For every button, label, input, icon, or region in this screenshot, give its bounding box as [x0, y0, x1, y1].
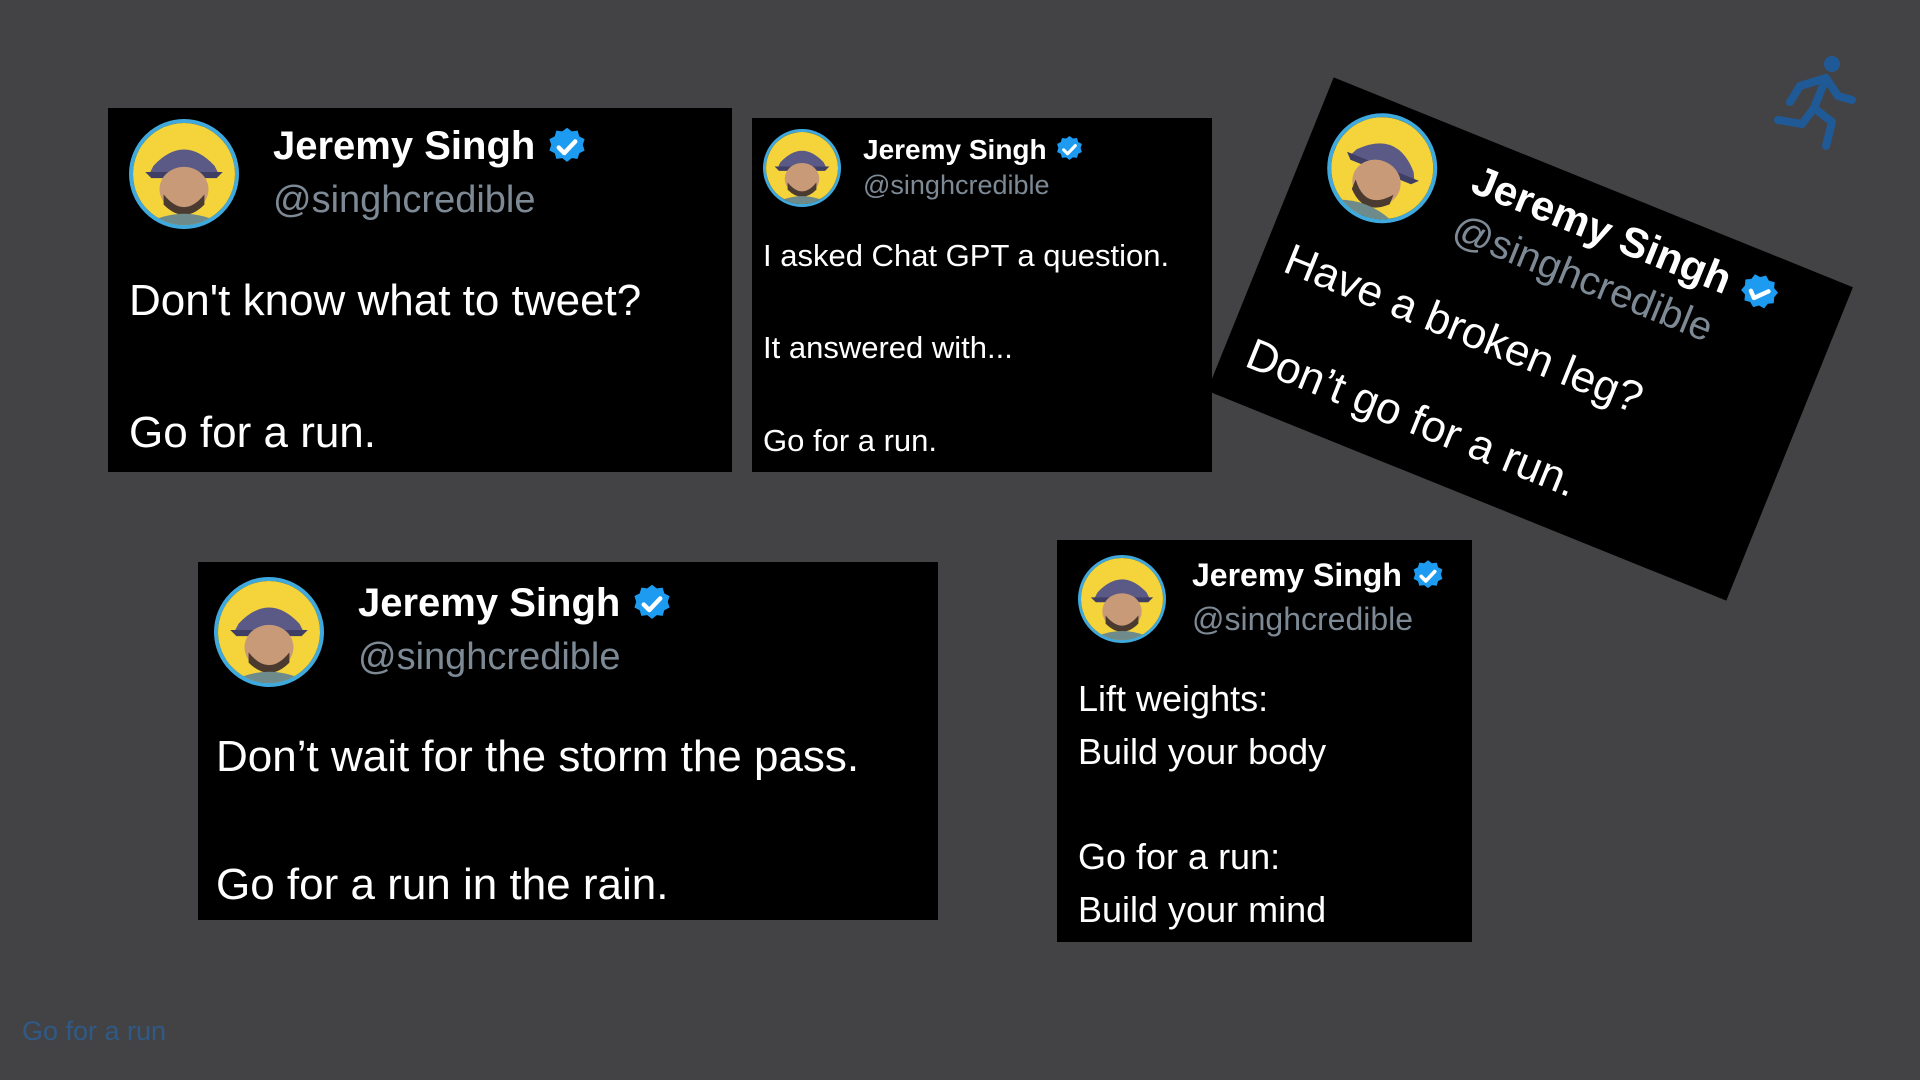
- tweet-header: Jeremy Singh @singhcredible: [214, 576, 674, 688]
- display-name-row: Jeremy Singh: [273, 121, 589, 173]
- avatar-portrait-icon: [1081, 558, 1163, 640]
- avatar-portrait-icon: [766, 132, 838, 204]
- tweet-text-line: Don’t wait for the storm the pass.: [216, 732, 860, 781]
- tweet-card-2[interactable]: Jeremy Singh @singhcredible I asked Chat…: [752, 118, 1212, 472]
- avatar[interactable]: [763, 129, 841, 207]
- verified-badge-icon: [1054, 134, 1085, 165]
- name-block: Jeremy Singh @singhcredible: [358, 578, 674, 679]
- display-name[interactable]: Jeremy Singh: [863, 134, 1047, 166]
- display-name[interactable]: Jeremy Singh: [273, 124, 535, 169]
- display-name-row: Jeremy Singh: [863, 132, 1085, 168]
- avatar[interactable]: [1078, 555, 1166, 643]
- tweet-text-line: Go for a run.: [129, 408, 377, 457]
- display-name[interactable]: Jeremy Singh: [1192, 557, 1402, 594]
- tweet-text-line: I asked Chat GPT a question.: [763, 238, 1170, 273]
- tweet-card-5[interactable]: Jeremy Singh @singhcredible Lift weights…: [1057, 540, 1472, 942]
- tweet-text-line: Build your body: [1078, 731, 1327, 772]
- tweet-card-4[interactable]: Jeremy Singh @singhcredible Don’t wait f…: [198, 562, 938, 920]
- tweet-card-3[interactable]: Jeremy Singh @singhcredible Have a broke…: [1207, 77, 1853, 601]
- verified-badge-icon: [1410, 558, 1446, 594]
- tweet-header: Jeremy Singh @singhcredible: [763, 128, 1085, 208]
- avatar[interactable]: [214, 577, 324, 687]
- handle[interactable]: @singhcredible: [863, 170, 1085, 201]
- name-block: Jeremy Singh @singhcredible: [863, 132, 1085, 201]
- avatar[interactable]: [129, 119, 239, 229]
- tweet-card-1[interactable]: Jeremy Singh @singhcredible Don't know w…: [108, 108, 732, 472]
- name-block: Jeremy Singh @singhcredible: [273, 121, 589, 222]
- tweet-text-line: Go for a run in the rain.: [216, 860, 669, 909]
- tweet-text-line: Go for a run.: [763, 423, 938, 458]
- handle[interactable]: @singhcredible: [273, 179, 589, 222]
- tweet-header: Jeremy Singh @singhcredible: [1078, 554, 1446, 644]
- display-name[interactable]: Jeremy Singh: [358, 581, 620, 626]
- tweet-text-line: Go for a run:: [1078, 836, 1281, 877]
- verified-badge-icon: [545, 125, 589, 169]
- tweet-header: Jeremy Singh @singhcredible: [1310, 94, 1792, 378]
- tweet-text-line: Build your mind: [1078, 889, 1327, 930]
- avatar-portrait-icon: [1316, 101, 1449, 235]
- display-name-row: Jeremy Singh: [1192, 555, 1446, 597]
- handle[interactable]: @singhcredible: [358, 636, 674, 679]
- verified-badge-icon: [630, 582, 674, 626]
- verified-badge-icon: [1731, 265, 1788, 322]
- avatar[interactable]: [1310, 96, 1455, 240]
- running-person-icon: [1768, 52, 1858, 152]
- name-block: Jeremy Singh @singhcredible: [1192, 555, 1446, 638]
- tweet-text-line: It answered with...: [763, 330, 1013, 365]
- handle[interactable]: @singhcredible: [1192, 601, 1446, 638]
- tweet-text-line: Lift weights:: [1078, 678, 1269, 719]
- footer-label: Go for a run: [22, 1016, 167, 1046]
- avatar-portrait-icon: [218, 581, 320, 683]
- avatar-portrait-icon: [133, 123, 235, 225]
- tweet-header: Jeremy Singh @singhcredible: [129, 118, 589, 230]
- tweet-text-line: Don't know what to tweet?: [129, 276, 642, 325]
- display-name-row: Jeremy Singh: [358, 578, 674, 630]
